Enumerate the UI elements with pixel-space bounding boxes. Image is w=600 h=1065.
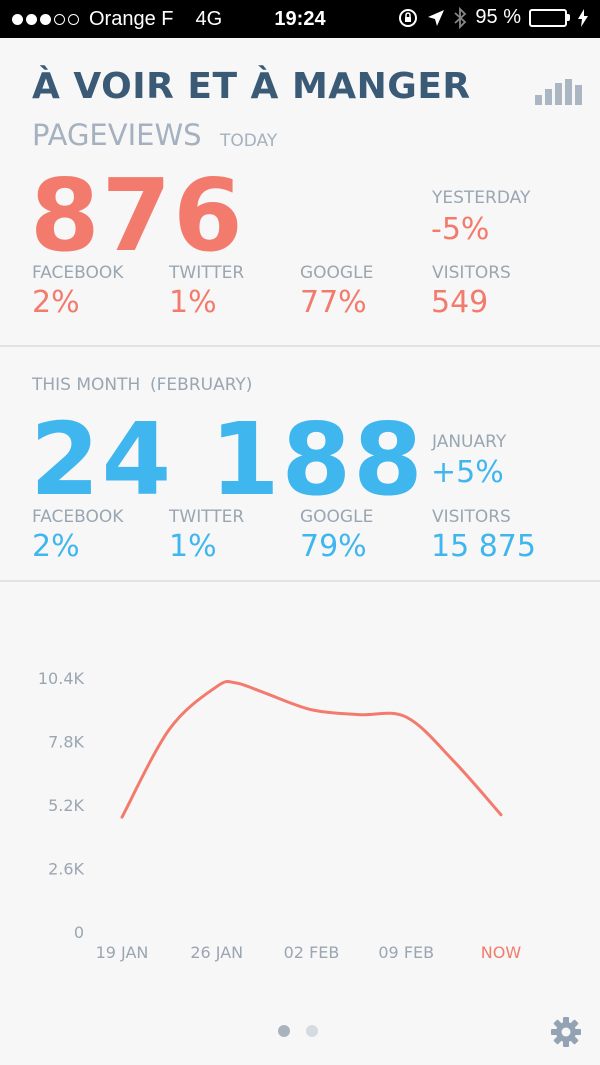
y-tick-label: 2.6K xyxy=(48,860,84,879)
bar-chart-icon[interactable] xyxy=(533,77,585,105)
battery-icon xyxy=(529,8,570,27)
january-label: JANUARY xyxy=(432,432,507,452)
y-tick-label: 10.4K xyxy=(38,669,85,688)
x-tick-label: 19 JAN xyxy=(96,943,149,962)
y-tick-label: 5.2K xyxy=(48,796,84,815)
today-visitors-label: VISITORS xyxy=(432,263,511,283)
orientation-lock-icon xyxy=(399,8,418,27)
x-tick-label: 26 JAN xyxy=(190,943,243,962)
x-tick-label: 09 FEB xyxy=(378,943,434,962)
battery-percent: 95 % xyxy=(475,6,521,28)
today-label: TODAY xyxy=(220,131,278,151)
section-divider xyxy=(0,580,600,582)
pageviews-label: PAGEVIEWS xyxy=(32,118,202,152)
month-name-label: (FEBRUARY) xyxy=(150,375,253,395)
today-visitors-value: 549 xyxy=(431,285,489,320)
page-indicator[interactable] xyxy=(278,1025,318,1037)
january-change: +5% xyxy=(431,455,504,490)
section-divider xyxy=(0,345,600,347)
yesterday-change: -5% xyxy=(431,212,490,247)
y-tick-label: 7.8K xyxy=(48,733,84,752)
month-twitter-label: TWITTER xyxy=(169,507,245,527)
month-visitors-label: VISITORS xyxy=(432,507,511,527)
pageviews-series-line xyxy=(120,679,503,819)
site-title: À VOIR ET À MANGER xyxy=(32,66,471,107)
x-tick-label: 02 FEB xyxy=(284,943,340,962)
month-google-label: GOOGLE xyxy=(300,507,374,527)
month-twitter-value: 1% xyxy=(169,529,217,564)
today-twitter-label: TWITTER xyxy=(169,263,245,283)
location-arrow-icon xyxy=(428,9,445,26)
today-google-label: GOOGLE xyxy=(300,263,374,283)
today-twitter-value: 1% xyxy=(169,285,217,320)
status-bar: Orange F 4G 19:24 95 % xyxy=(0,0,600,38)
month-google-value: 79% xyxy=(300,529,367,564)
charging-bolt-icon xyxy=(578,8,588,27)
page-dot[interactable] xyxy=(278,1025,290,1037)
month-facebook-label: FACEBOOK xyxy=(32,507,124,527)
page-dot[interactable] xyxy=(306,1025,318,1037)
yesterday-label: YESTERDAY xyxy=(432,188,531,208)
month-facebook-value: 2% xyxy=(32,529,80,564)
y-tick-label: 0 xyxy=(74,923,84,942)
today-google-value: 77% xyxy=(300,285,367,320)
month-pageviews-total: 24 188 xyxy=(30,401,425,518)
this-month-label: THIS MONTH xyxy=(32,375,141,395)
pageviews-line-chart: 10.4K 7.8K 5.2K 2.6K 0 19 JAN 26 JAN 02 FEB 09 F… xyxy=(38,669,522,962)
today-facebook-value: 2% xyxy=(32,285,80,320)
x-tick-label: NOW xyxy=(481,943,522,962)
today-facebook-label: FACEBOOK xyxy=(32,263,124,283)
gear-icon[interactable] xyxy=(550,1016,582,1048)
bluetooth-icon xyxy=(454,6,467,29)
today-pageviews-total: 876 xyxy=(30,157,245,274)
month-visitors-value: 15 875 xyxy=(431,529,536,564)
